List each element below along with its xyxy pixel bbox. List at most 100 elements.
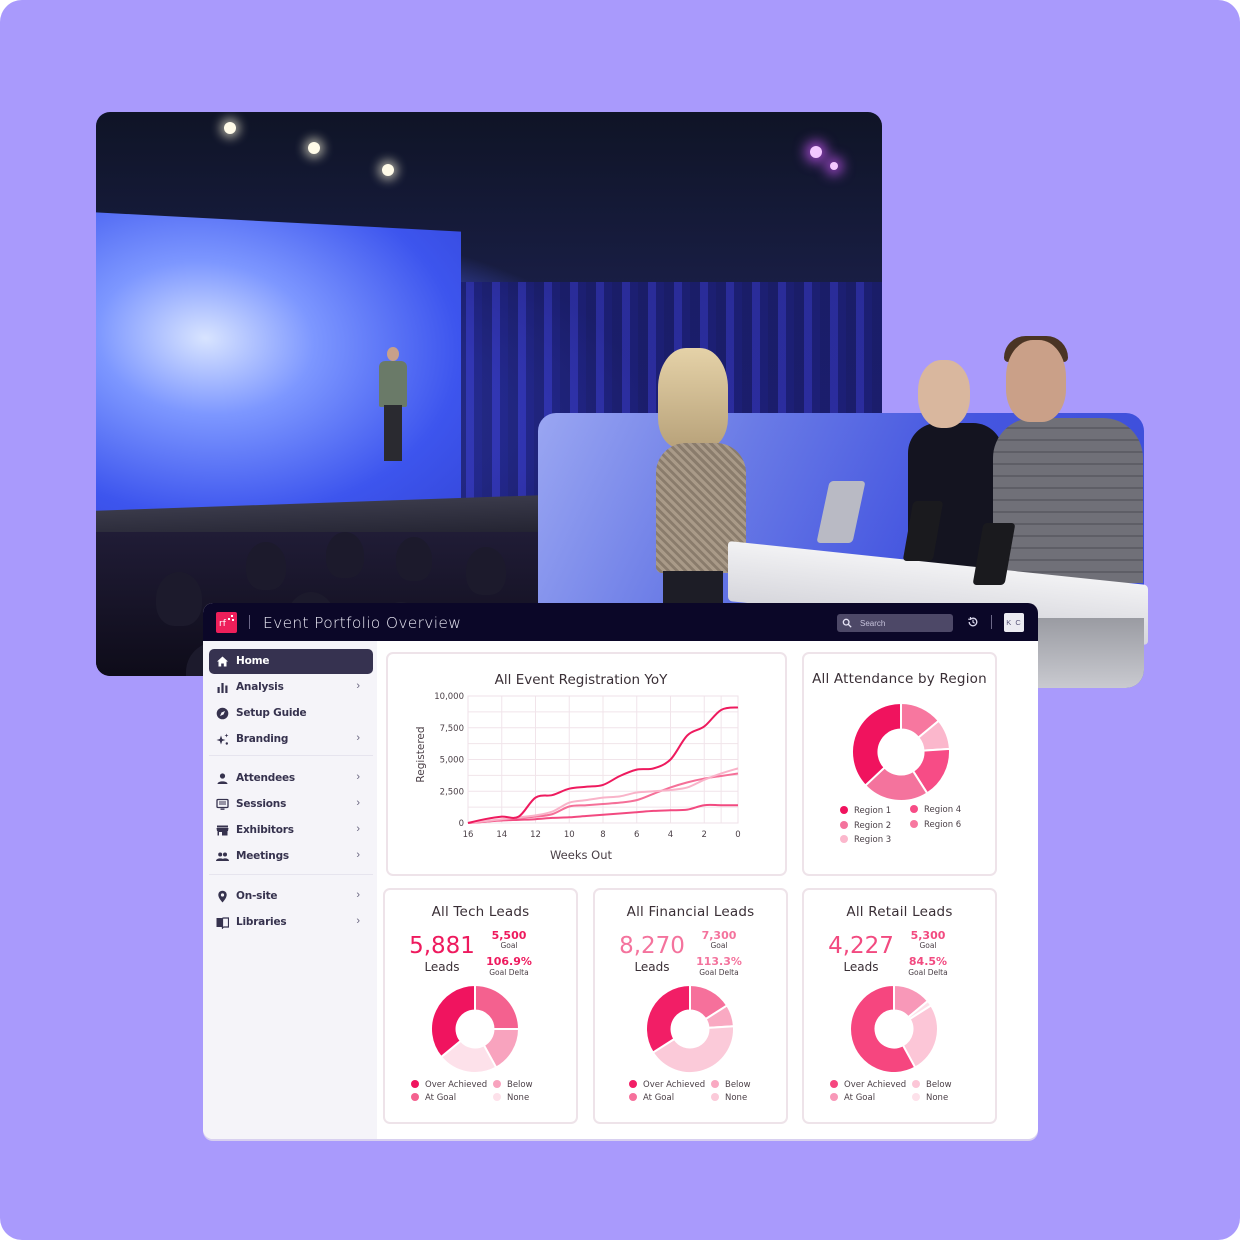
sidebar-item-sessions[interactable]: Sessions ›	[209, 792, 373, 817]
legend-item: Region 4	[910, 805, 961, 815]
chevron-right-icon: ›	[356, 680, 360, 692]
legend-item: Region 1	[840, 806, 891, 816]
y-tick-label: 2,500	[440, 787, 464, 797]
sidebar-item-attendees[interactable]: Attendees ›	[209, 766, 373, 791]
legend-swatch	[840, 806, 848, 814]
user-avatar[interactable]: K C	[1004, 613, 1024, 632]
leads-donut-chart	[430, 984, 520, 1074]
x-tick-label: 10	[564, 830, 575, 840]
bar-chart-icon	[217, 683, 228, 693]
sidebar-item-meetings[interactable]: Meetings ›	[209, 844, 373, 869]
leads-donut-chart	[645, 984, 735, 1074]
legend-label: Over Achieved	[844, 1080, 907, 1090]
goal-delta-label: Goal Delta	[908, 968, 948, 977]
legend-label: Below	[926, 1080, 952, 1090]
sidebar-item-setup-guide[interactable]: Setup Guide	[209, 701, 373, 726]
sidebar-item-home[interactable]: Home	[209, 649, 373, 674]
sidebar-item-branding[interactable]: Branding ›	[209, 727, 373, 752]
history-icon[interactable]	[967, 616, 979, 628]
legend-item: Region 3	[840, 835, 891, 845]
attendance-chart-card: All Attendance by Region Region 1 Region …	[802, 652, 997, 876]
legend-label: Region 4	[924, 805, 962, 815]
goal-delta-label: Goal Delta	[699, 968, 739, 977]
registration-line-chart: All Event Registration YoY Weeks Out Regis…	[415, 672, 741, 862]
sidebar-item-analysis[interactable]: Analysis ›	[209, 675, 373, 700]
goal-delta-value: 106.9%	[486, 955, 532, 968]
sidebar-item-label: On-site	[236, 890, 278, 902]
legend-label: Over Achieved	[425, 1080, 488, 1090]
sidebar-item-label: Setup Guide	[236, 707, 307, 719]
location-pin-icon	[218, 890, 227, 903]
legend-label: Below	[507, 1080, 533, 1090]
legend-label: Region 2	[854, 821, 892, 831]
sidebar-item-exhibitors[interactable]: Exhibitors ›	[209, 818, 373, 843]
legend-item: Region 2	[840, 821, 891, 831]
legend-swatch	[830, 1093, 838, 1101]
legend-label: Over Achieved	[643, 1080, 706, 1090]
legend-swatch	[629, 1080, 637, 1088]
sidebar-item-label: Sessions	[236, 798, 287, 810]
spotlight	[224, 122, 236, 134]
tech-leads-card: All Tech Leads 5,881 Leads 5,500 Goal 106.9% G…	[383, 888, 578, 1124]
person	[658, 348, 728, 448]
sidebar-item-label: Branding	[236, 733, 289, 745]
leads-count: 4,227	[828, 933, 894, 959]
legend-item: At Goal	[629, 1093, 674, 1103]
chevron-right-icon: ›	[356, 823, 360, 835]
sparkle-icon	[216, 733, 229, 745]
legend-swatch	[493, 1093, 501, 1101]
leads-label: Leads	[424, 960, 460, 974]
chart-legend: Over Achieved Below At Goal None	[411, 1080, 571, 1110]
chevron-right-icon: ›	[356, 771, 360, 783]
chart-legend: Region 1 Region 4 Region 2 Region 6 Region 3	[840, 805, 980, 856]
donut-slice-at-goal[interactable]	[474, 984, 520, 1030]
x-tick-label: 14	[496, 830, 507, 840]
search-placeholder: Search	[860, 618, 886, 628]
legend-item: None	[912, 1093, 948, 1103]
donut-slice-over-achieved[interactable]	[645, 984, 691, 1054]
legend-label: Region 3	[854, 835, 892, 845]
sidebar-item-on-site[interactable]: On-site ›	[209, 884, 373, 909]
search-icon	[842, 618, 852, 628]
sidebar-item-libraries[interactable]: Libraries ›	[209, 910, 373, 935]
chart-legend: Over Achieved Below At Goal None	[830, 1080, 990, 1110]
chevron-right-icon: ›	[356, 889, 360, 901]
divider	[991, 615, 992, 629]
leads-label: Leads	[843, 960, 879, 974]
legend-label: None	[725, 1093, 748, 1103]
monitor-icon	[216, 798, 229, 810]
person	[993, 418, 1143, 583]
person-icon	[217, 773, 228, 784]
top-bar: rf Event Portfolio Overview Search K C	[203, 603, 1038, 641]
leads-label: Leads	[634, 960, 670, 974]
legend-swatch	[912, 1080, 920, 1088]
home-icon	[217, 656, 228, 667]
people-icon	[216, 852, 229, 861]
speaker	[376, 347, 410, 467]
sidebar-item-label: Exhibitors	[236, 824, 294, 836]
retail-leads-card: All Retail Leads 4,227 Leads 5,300 Goal 84.5%…	[802, 888, 997, 1124]
sidebar-divider	[209, 874, 373, 875]
chart-title: All Event Registration YoY	[495, 672, 668, 688]
brand-logo[interactable]: rf	[216, 612, 237, 633]
legend-label: None	[926, 1093, 949, 1103]
search-input[interactable]: Search	[837, 614, 953, 632]
legend-item: Below	[711, 1080, 751, 1090]
card-title: All Financial Leads	[626, 904, 755, 920]
legend-item: At Goal	[830, 1093, 875, 1103]
legend-item: Below	[912, 1080, 952, 1090]
goal-label: Goal	[500, 941, 518, 950]
spotlight	[830, 162, 838, 170]
legend-swatch	[629, 1093, 637, 1101]
legend-label: At Goal	[425, 1093, 457, 1103]
chart-legend: Over Achieved Below At Goal None	[629, 1080, 789, 1110]
leads-count: 5,881	[409, 933, 475, 959]
spotlight	[382, 164, 394, 176]
y-tick-label: 5,000	[440, 756, 464, 766]
legend-label: At Goal	[643, 1093, 675, 1103]
sidebar: Home Analysis › Setup Guide Branding › Attende…	[203, 641, 377, 1139]
x-tick-label: 2	[702, 830, 707, 840]
logo-text: rf	[219, 619, 226, 629]
goal-delta-value: 84.5%	[908, 955, 948, 968]
card-title: All Retail Leads	[846, 904, 953, 920]
